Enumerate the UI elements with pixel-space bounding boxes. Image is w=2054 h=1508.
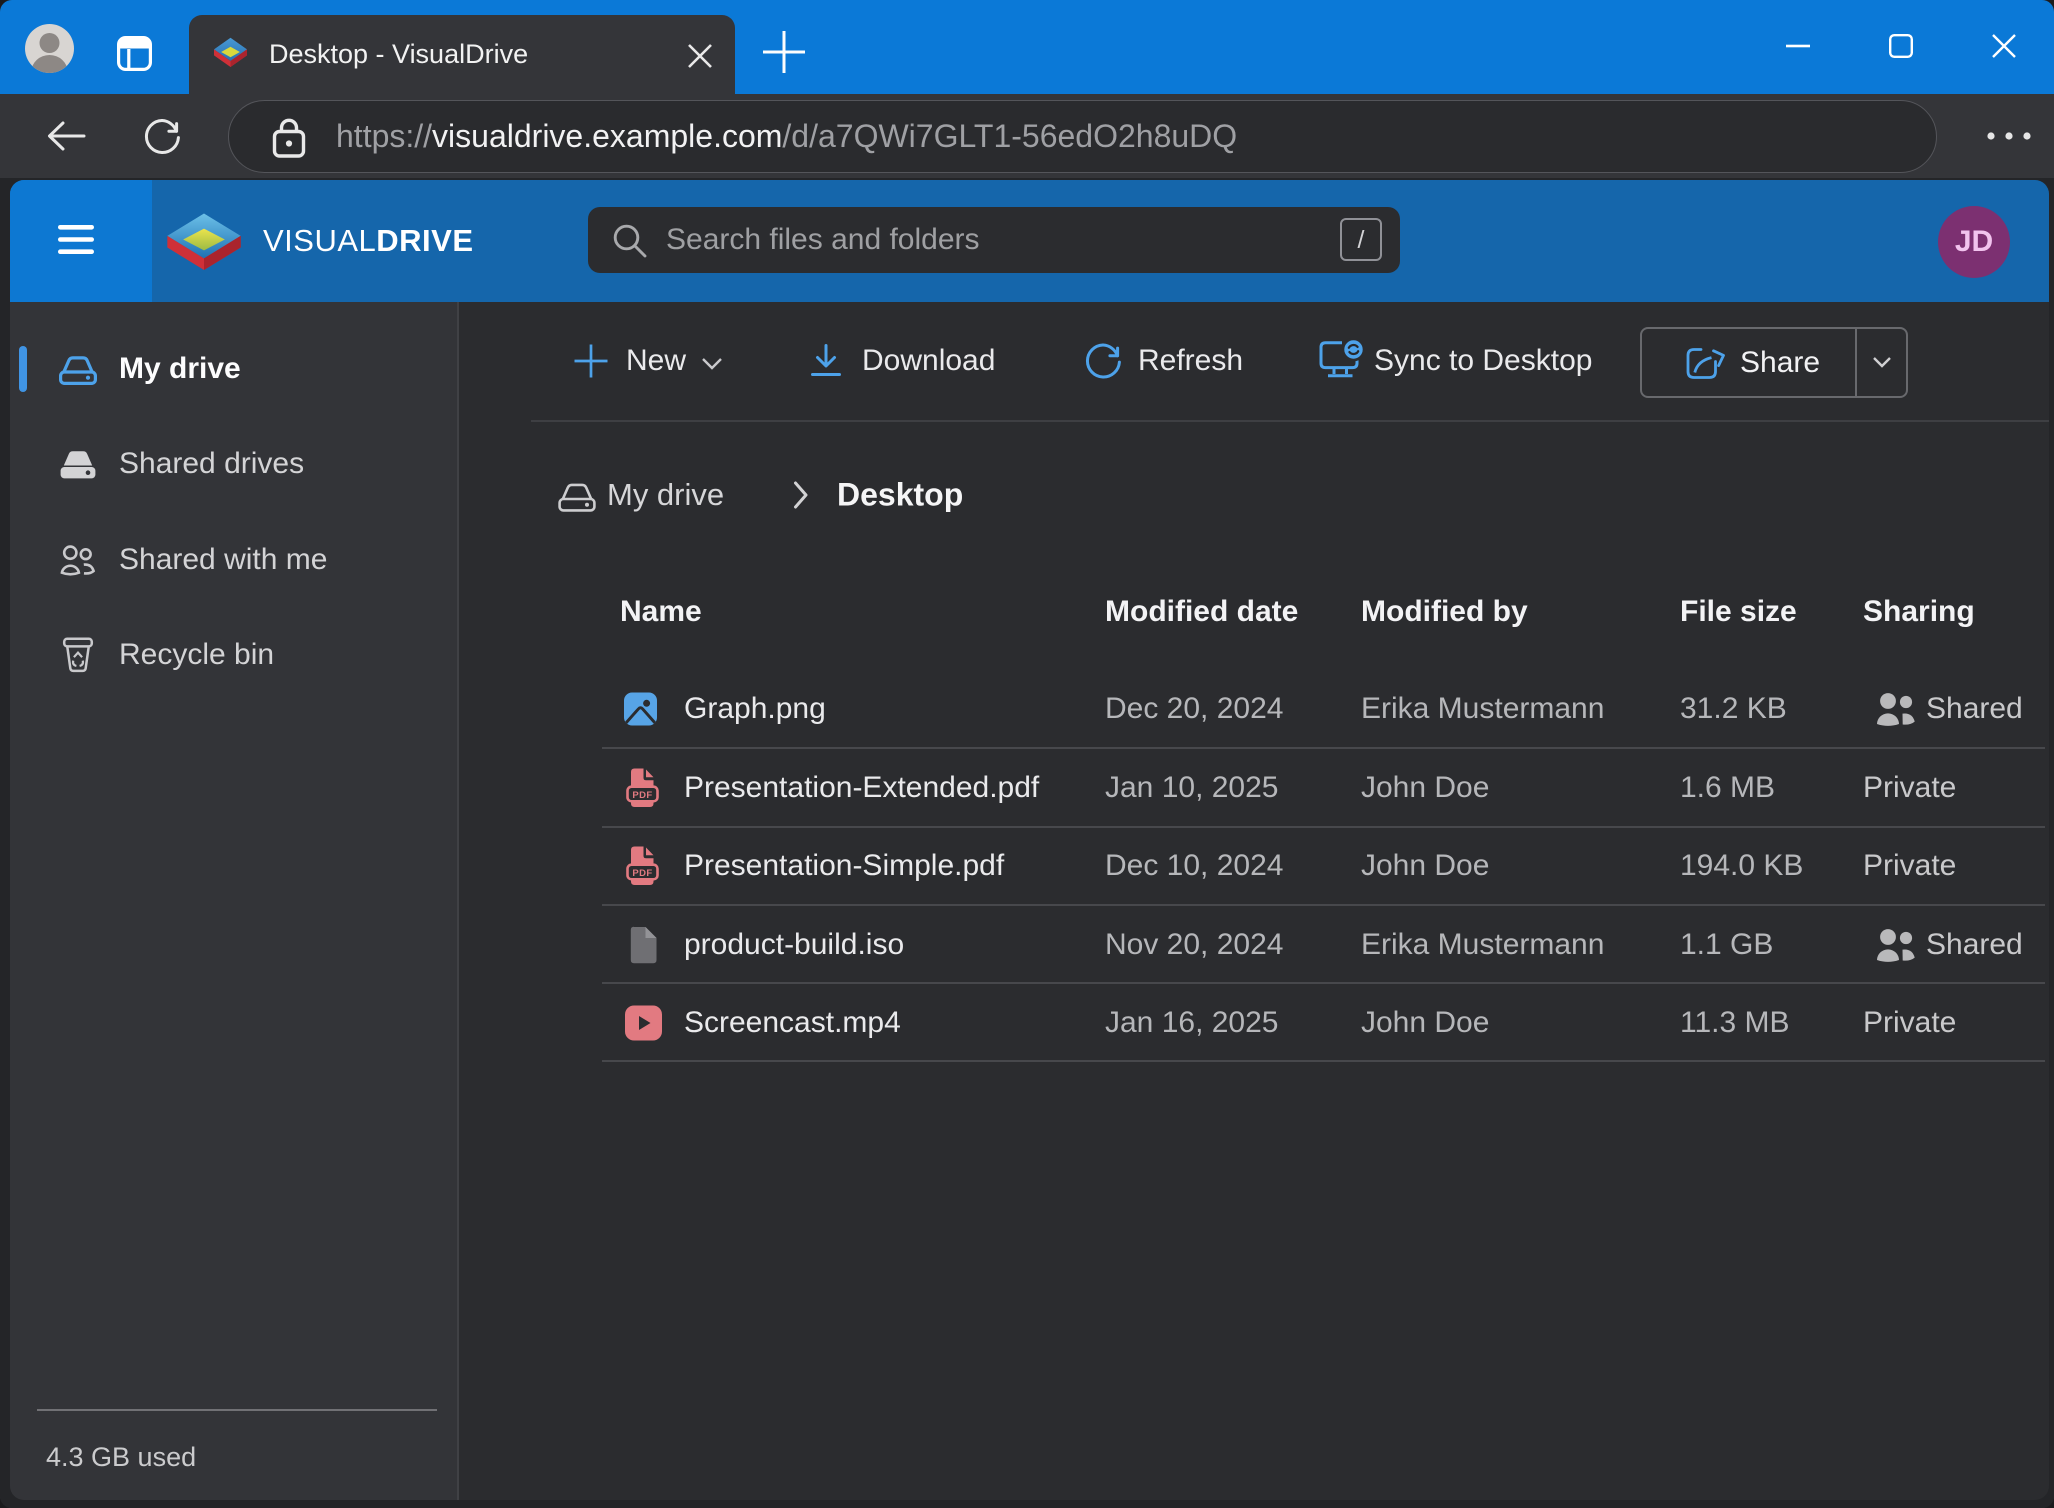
svg-text:PDF: PDF xyxy=(632,790,652,801)
svg-text:PDF: PDF xyxy=(632,868,652,879)
